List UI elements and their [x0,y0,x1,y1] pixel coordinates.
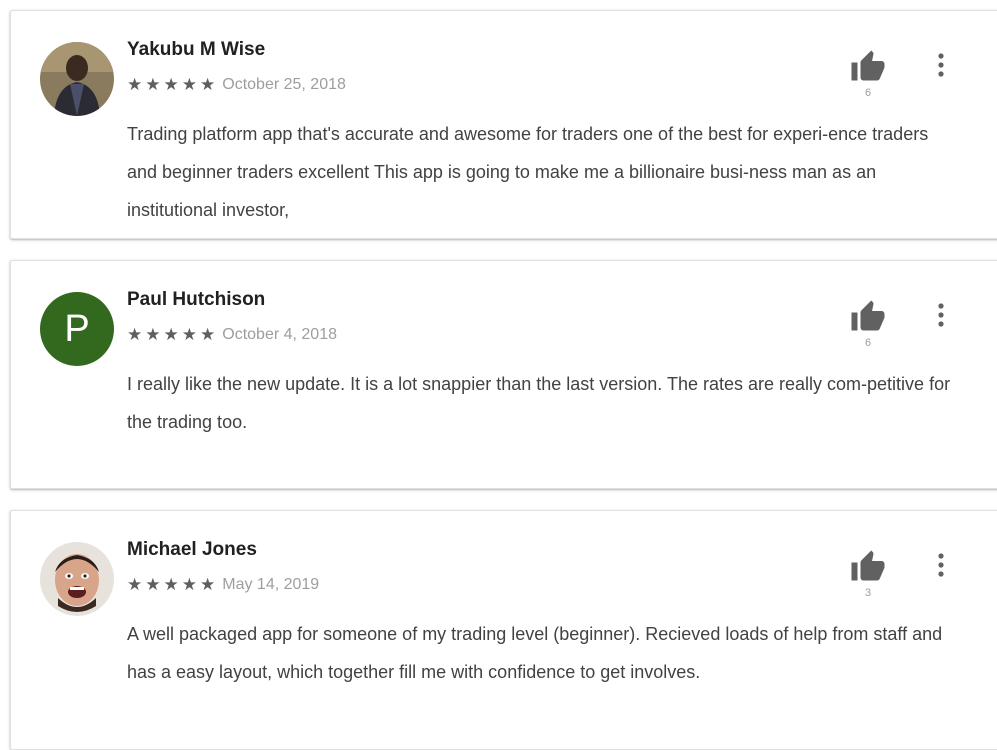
star-icon: ★ [181,575,197,594]
avatar [40,542,114,616]
star-icon: ★ [163,575,179,594]
star-rating: ★ ★ ★ ★ ★ [127,575,218,595]
review-date: October 4, 2018 [222,326,337,343]
star-icon: ★ [181,75,197,94]
review-date: October 25, 2018 [222,76,346,93]
reviewer-name: Paul Hutchison [127,289,266,310]
review-text: I really like the new update. It is a lo… [127,374,951,432]
reviewer-name: Michael Jones [127,539,257,560]
star-icon: ★ [145,575,161,594]
avatar: P [40,292,114,366]
thumbs-up-icon[interactable] [849,549,887,585]
review-text: A well packaged app for someone of my tr… [127,624,943,682]
reviewer-name: Yakubu M Wise [127,39,266,60]
user-photo [40,542,114,616]
user-photo [40,42,114,116]
star-icon: ★ [127,325,143,344]
review-text: Trading platform app that's accurate and… [127,124,929,220]
star-rating: ★ ★ ★ ★ ★ [127,325,218,345]
review-card: P Paul Hutchison ★ ★ ★ ★ ★ October 4, 20… [10,260,997,489]
more-vert-icon[interactable] [931,51,951,79]
star-icon: ★ [181,325,197,344]
more-vert-icon[interactable] [931,551,951,579]
review-card: Yakubu M Wise ★ ★ ★ ★ ★ October 25, 2018… [10,10,997,239]
helpful-count: 6 [864,337,872,349]
star-icon: ★ [145,325,161,344]
rating-row: ★ ★ ★ ★ ★ October 4, 2018 [127,325,337,345]
star-icon: ★ [127,575,143,594]
star-icon: ★ [163,75,179,94]
star-rating: ★ ★ ★ ★ ★ [127,75,218,95]
star-icon: ★ [200,575,216,594]
helpful-count: 3 [864,587,872,599]
avatar [40,42,114,116]
rating-row: ★ ★ ★ ★ ★ May 14, 2019 [127,575,319,595]
star-icon: ★ [145,75,161,94]
helpful-count: 6 [864,87,872,99]
review-card: Michael Jones ★ ★ ★ ★ ★ May 14, 2019 A w… [10,510,997,750]
thumbs-up-icon[interactable] [849,49,887,85]
star-icon: ★ [200,325,216,344]
star-icon: ★ [200,75,216,94]
rating-row: ★ ★ ★ ★ ★ October 25, 2018 [127,75,346,95]
review-date: May 14, 2019 [222,576,320,593]
star-icon: ★ [127,75,143,94]
thumbs-up-icon[interactable] [849,299,887,335]
more-vert-icon[interactable] [931,301,951,329]
star-icon: ★ [163,325,179,344]
